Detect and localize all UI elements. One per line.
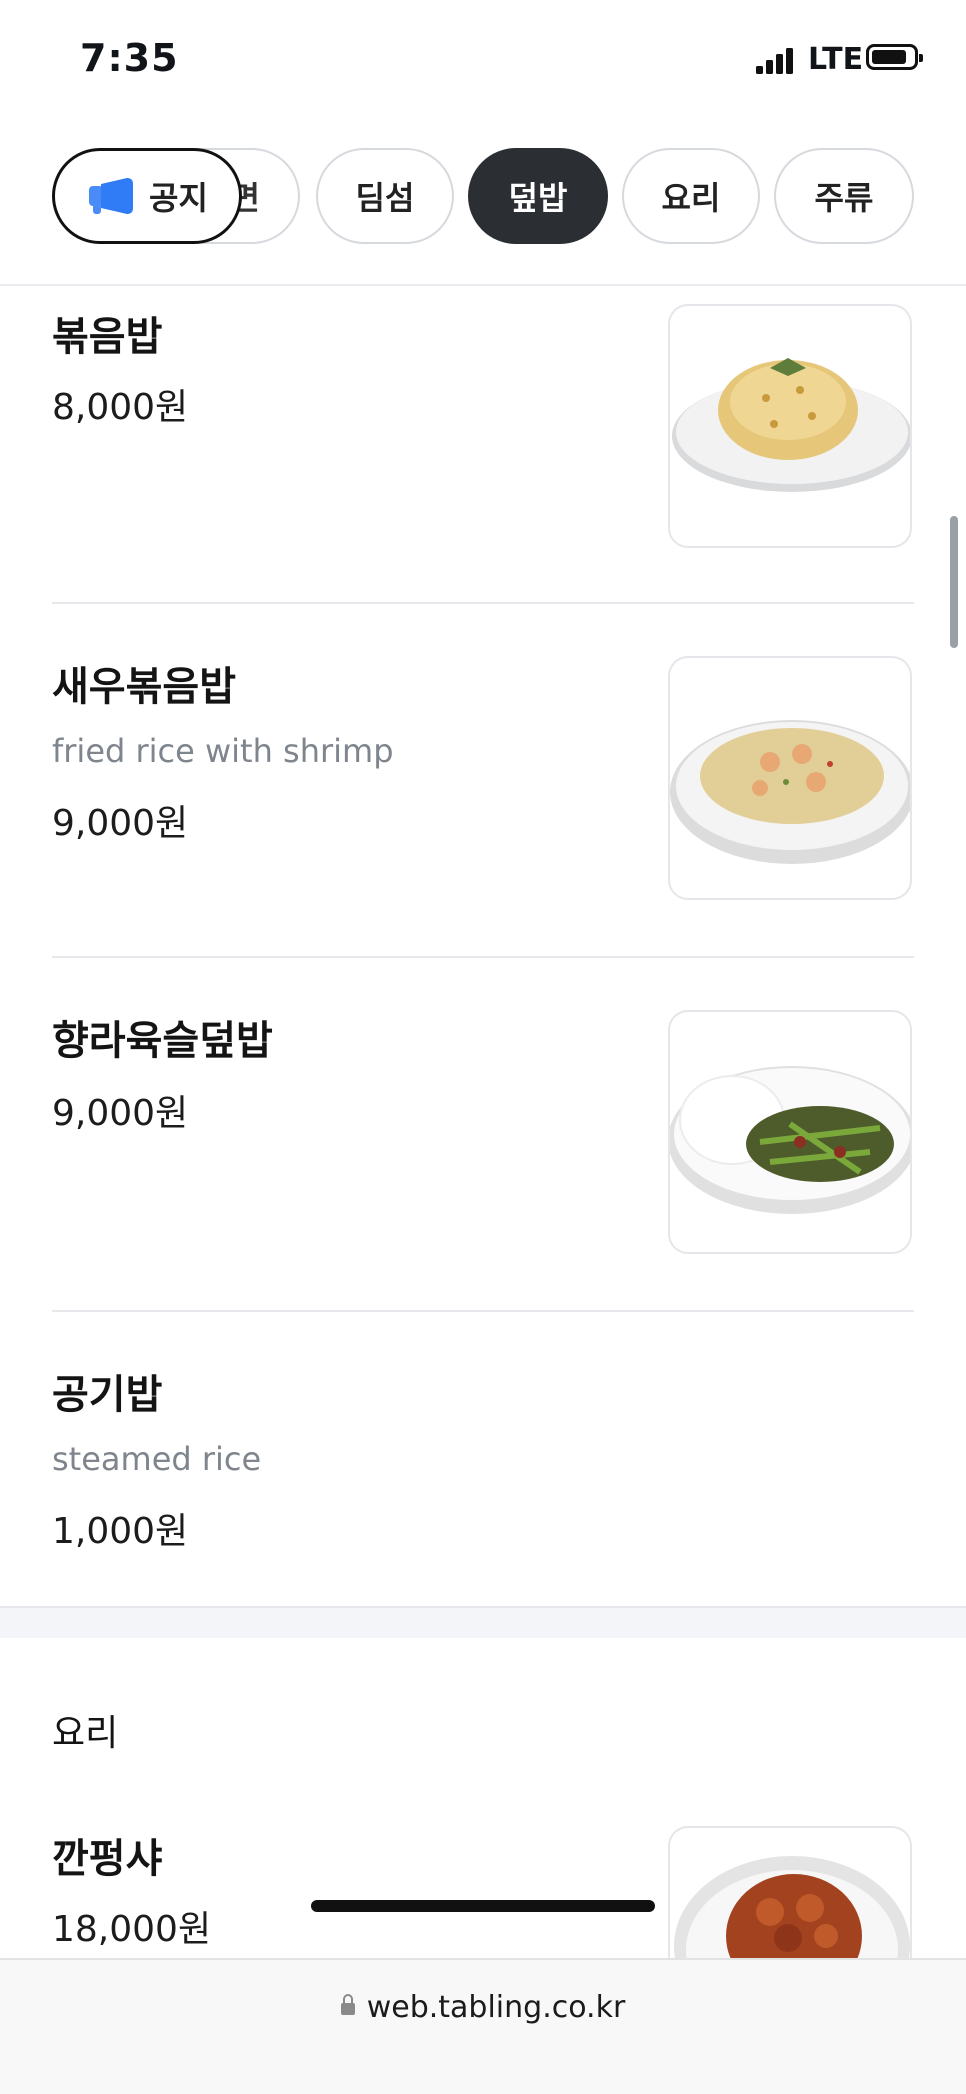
- menu-item-description: fried rice with shrimp: [52, 732, 394, 770]
- menu-item-price: 8,000원: [52, 387, 189, 428]
- tab-label: 딤섬: [355, 179, 415, 217]
- item-divider: [52, 956, 914, 958]
- browser-address-bar[interactable]: web.tabling.co.kr: [0, 1958, 966, 2094]
- shrimp-fried-rice-photo: [668, 656, 912, 900]
- tab-dishes[interactable]: 요리: [622, 148, 760, 244]
- category-tabs: 면 공지 딤섬 덮밥 요리 주류: [0, 148, 966, 248]
- url-display[interactable]: web.tabling.co.kr: [0, 1990, 966, 2025]
- tab-label: 덮밥: [508, 179, 568, 217]
- url-text: web.tabling.co.kr: [366, 1990, 626, 2025]
- notice-button[interactable]: 공지: [52, 148, 242, 244]
- lock-icon: [340, 1993, 355, 2015]
- menu-item[interactable]: 새우볶음밥 fried rice with shrimp 9,000원: [0, 654, 966, 944]
- menu-item[interactable]: 깐펑샤 18,000원: [0, 1826, 966, 1958]
- tabs-divider: [0, 284, 966, 286]
- shrimp-dish-photo: [668, 1826, 912, 1958]
- menu-item-price: 18,000원: [52, 1909, 212, 1950]
- menu-item-price: 1,000원: [52, 1511, 189, 1552]
- megaphone-icon: [89, 178, 133, 214]
- tab-label: 요리: [661, 179, 721, 217]
- tab-drinks[interactable]: 주류: [774, 148, 914, 244]
- menu-item[interactable]: 향라육슬덮밥 9,000원: [0, 1008, 966, 1298]
- menu-item-description: steamed rice: [52, 1440, 262, 1478]
- menu-item-name: 깐펑샤: [52, 1836, 163, 1882]
- tab-label: 주류: [814, 179, 874, 217]
- status-time: 7:35: [80, 36, 179, 80]
- menu-item[interactable]: 공기밥 steamed rice 1,000원: [0, 1362, 966, 1602]
- menu-item-name: 향라육슬덮밥: [52, 1018, 273, 1064]
- menu-item-name: 볶음밥: [52, 314, 163, 360]
- tab-rice-bowl[interactable]: 덮밥: [468, 148, 608, 244]
- section-title: 요리: [52, 1713, 119, 1754]
- signal-icon: [756, 48, 793, 74]
- home-indicator[interactable]: [311, 1900, 655, 1912]
- menu-item-price: 9,000원: [52, 803, 189, 844]
- pork-rice-bowl-photo: [668, 1010, 912, 1254]
- menu-item[interactable]: 볶음밥 8,000원: [0, 300, 966, 590]
- notice-label: 공지: [149, 179, 208, 217]
- item-divider: [52, 602, 914, 604]
- section-separator: [0, 1606, 966, 1638]
- scrollbar[interactable]: [950, 516, 958, 648]
- menu-item-name: 새우볶음밥: [52, 664, 236, 710]
- status-bar: 7:35 LTE: [0, 0, 966, 120]
- menu-item-name: 공기밥: [52, 1372, 163, 1418]
- item-divider: [52, 1310, 914, 1312]
- menu-item-price: 9,000원: [52, 1093, 189, 1134]
- network-label: LTE: [808, 42, 864, 77]
- fried-rice-photo: [668, 304, 912, 548]
- tab-dimsum[interactable]: 딤섬: [316, 148, 454, 244]
- battery-icon: [866, 44, 923, 70]
